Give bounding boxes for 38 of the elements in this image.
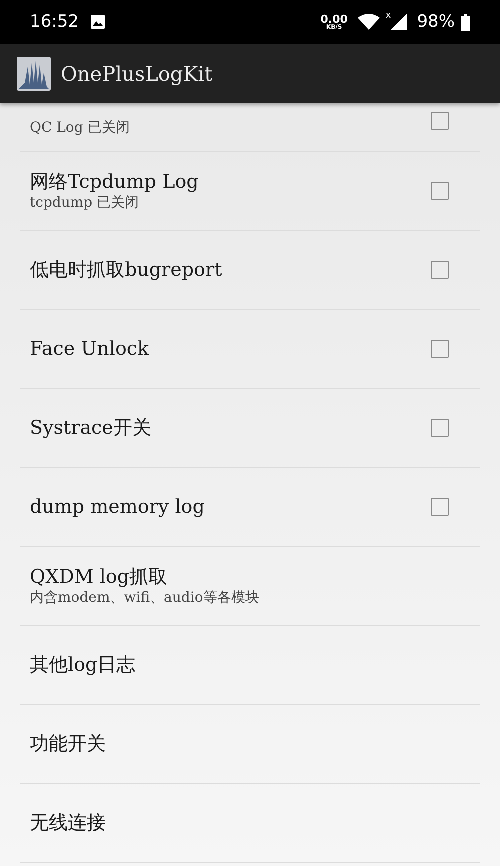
item-title: 其他log日志 (30, 652, 137, 678)
checkbox[interactable] (431, 340, 449, 358)
item-title: dump memory log (30, 494, 206, 520)
settings-item[interactable]: 低电时抓取bugreport (20, 231, 480, 310)
settings-item[interactable]: 功能开关 (20, 705, 480, 784)
settings-item[interactable]: QXDM log抓取 内含modem、wifi、audio等各模块 (20, 547, 480, 626)
checkbox[interactable] (431, 419, 449, 437)
checkbox[interactable] (431, 498, 449, 516)
settings-item[interactable]: QC Log 已关闭 (20, 103, 480, 152)
network-speed: 0.00 (320, 14, 348, 24)
item-subtitle: QC Log 已关闭 (30, 119, 131, 138)
signal-icon (391, 14, 408, 30)
settings-item[interactable]: 无线连接 (20, 784, 480, 863)
wifi-icon (358, 14, 380, 30)
checkbox[interactable] (431, 182, 449, 200)
app-title: OnePlusLogKit (61, 62, 213, 86)
item-title: 无线连接 (30, 810, 107, 836)
settings-item[interactable]: dump memory log (20, 468, 480, 547)
item-title: QXDM log抓取 (30, 564, 169, 590)
item-subtitle: 内含modem、wifi、audio等各模块 (30, 589, 260, 608)
item-subtitle: tcpdump 已关闭 (30, 194, 140, 212)
item-title: Systrace开关 (30, 416, 152, 440)
settings-item[interactable]: 网络Tcpdump Log tcpdump 已关闭 (20, 152, 480, 231)
app-logo-icon (17, 56, 51, 90)
battery-icon (461, 14, 470, 30)
signal-mark: x (386, 11, 392, 21)
item-title: 网络Tcpdump Log (30, 170, 200, 194)
battery-level: 98% (417, 12, 455, 32)
image-icon (91, 15, 105, 29)
settings-item[interactable]: 其他log日志 (20, 626, 480, 705)
item-title: 功能开关 (30, 732, 107, 756)
settings-item[interactable]: Systrace开关 (20, 389, 480, 468)
settings-item[interactable]: Face Unlock (20, 310, 480, 389)
clock: 16:52 (30, 12, 79, 32)
item-title: 低电时抓取bugreport (30, 258, 224, 282)
item-title: Face Unlock (30, 336, 150, 362)
checkbox[interactable] (431, 112, 449, 130)
checkbox[interactable] (431, 261, 449, 279)
